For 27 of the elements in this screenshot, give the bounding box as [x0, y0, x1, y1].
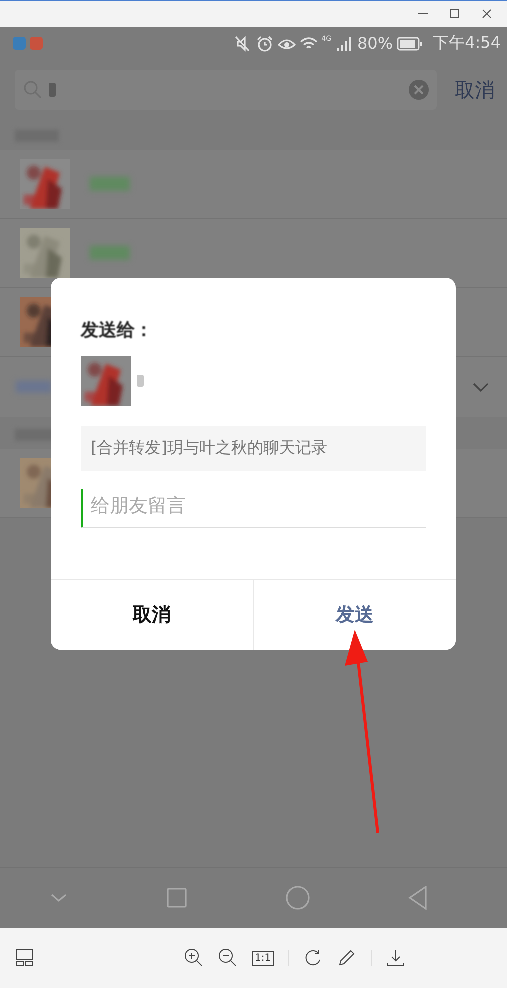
battery-icon: [397, 36, 424, 52]
query-text: [49, 83, 56, 97]
zoom-in-icon[interactable]: [184, 948, 204, 968]
mute-icon: [234, 36, 252, 52]
actual-size-button[interactable]: 1:1: [252, 950, 274, 966]
pencil-icon[interactable]: [337, 948, 358, 968]
forwarded-message: [合并转发]玥与叶之秋的聊天记录: [81, 426, 426, 471]
download-icon[interactable]: [386, 948, 406, 968]
recipient-name: [137, 375, 144, 387]
wifi-icon: [300, 36, 318, 52]
battery-percent: 80%: [358, 34, 394, 53]
message-input[interactable]: 给朋友留言: [81, 489, 426, 528]
maximize-icon[interactable]: [449, 8, 461, 20]
signal-icon: [336, 36, 354, 52]
close-icon[interactable]: [481, 8, 493, 20]
contact-name: [90, 246, 130, 260]
zoom-out-icon[interactable]: [218, 948, 238, 968]
dialog-title: 发送给：: [81, 319, 153, 342]
thumbnails-icon[interactable]: [16, 948, 36, 968]
app-icon: [13, 37, 26, 50]
app-icon: [30, 37, 43, 50]
send-button[interactable]: 发送: [253, 580, 456, 650]
rotate-icon[interactable]: [303, 948, 324, 968]
contact-name: [90, 177, 130, 191]
alarm-icon: [256, 36, 274, 52]
search-field[interactable]: [15, 70, 437, 110]
clock-time: 下午4:54: [433, 33, 501, 54]
